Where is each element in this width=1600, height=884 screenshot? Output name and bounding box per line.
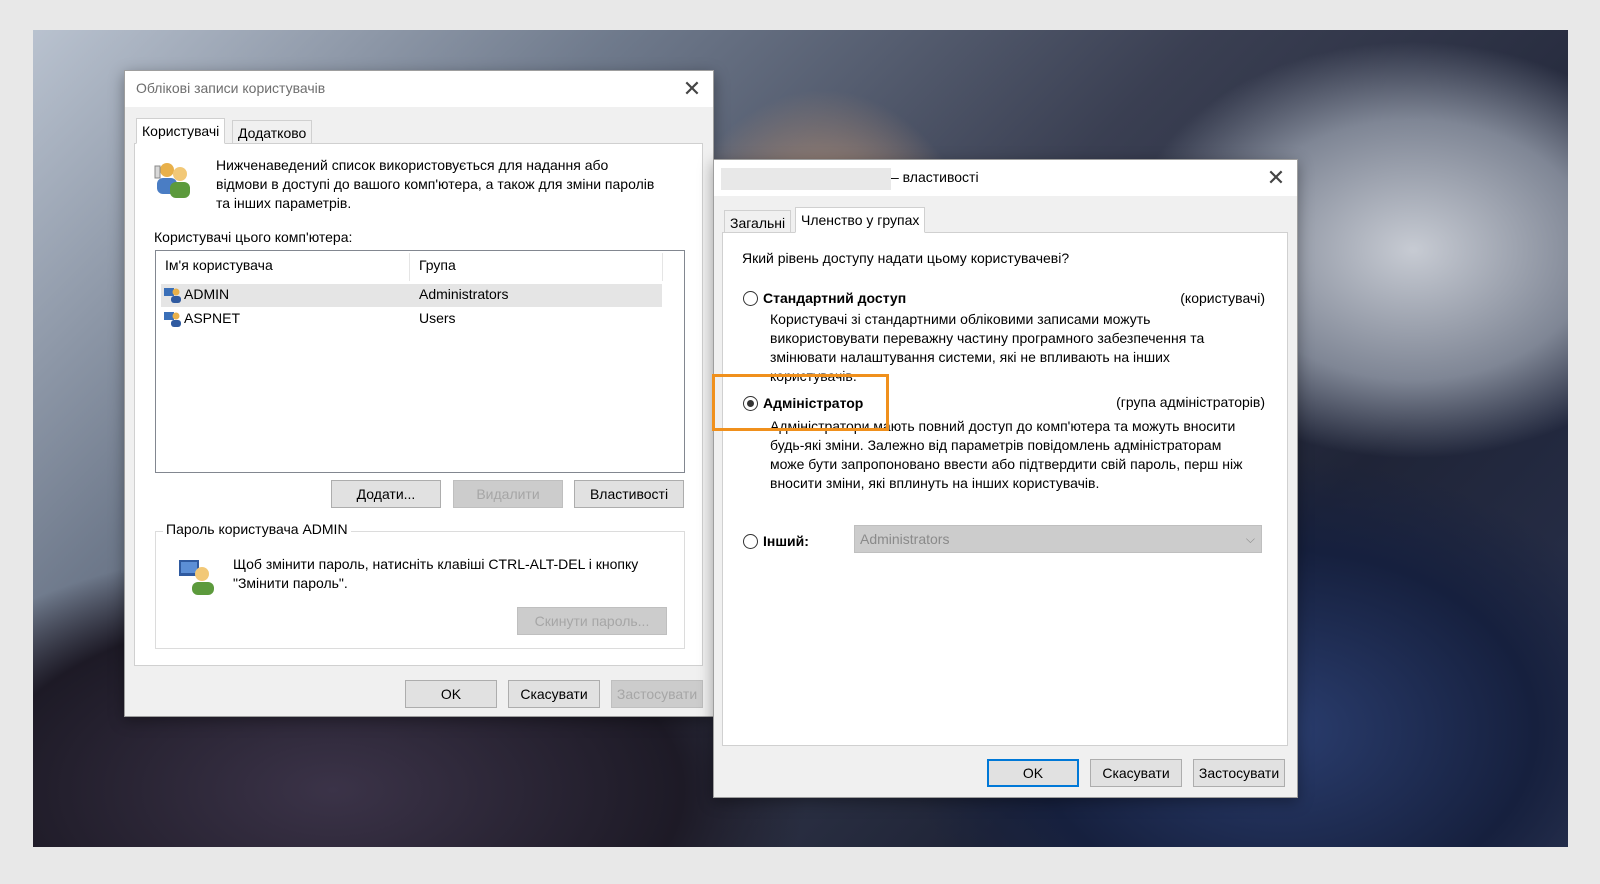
tab-general[interactable]: Загальні (724, 210, 792, 234)
column-header-group[interactable]: Група (419, 257, 456, 273)
dialog-title: Облікові записи користувачів (136, 80, 326, 96)
chevron-down-icon: ⌵ (1245, 532, 1255, 546)
cancel-button[interactable]: Скасувати (1090, 759, 1182, 787)
users-icon (154, 163, 190, 198)
column-divider (409, 253, 410, 281)
column-divider (662, 253, 663, 281)
close-icon[interactable]: ✕ (679, 76, 705, 102)
user-group: Users (419, 310, 456, 326)
column-header-name[interactable]: Ім'я користувача (165, 257, 273, 273)
tab-panel-users: Нижченаведений список використовується д… (134, 143, 703, 666)
password-group-label: Пароль користувача ADMIN (163, 521, 351, 537)
standard-access-label[interactable]: Стандартний доступ (763, 289, 906, 308)
close-icon[interactable]: ✕ (1263, 165, 1289, 191)
description-text: Нижченаведений список використовується д… (216, 157, 655, 211)
ok-button[interactable]: OK (987, 759, 1079, 787)
cancel-button[interactable]: Скасувати (508, 680, 600, 708)
administrator-description: Адміністратори мають повний доступ до ко… (770, 418, 1243, 491)
reset-password-button[interactable]: Скинути пароль... (517, 607, 667, 635)
administrator-label[interactable]: Адміністратор (763, 394, 863, 413)
standard-access-group: (користувачі) (1180, 290, 1265, 306)
dialog-title: – властивості (891, 169, 979, 185)
remove-user-button[interactable]: Видалити (453, 480, 563, 508)
user-icon (164, 312, 181, 327)
user-properties-dialog: – властивості ✕ Загальні Членство у груп… (713, 159, 1298, 798)
access-level-question: Який рівень доступу надати цьому користу… (742, 250, 1070, 266)
user-icon (164, 288, 181, 303)
tab-group-membership[interactable]: Членство у групах (795, 207, 926, 233)
user-name: ADMIN (184, 286, 230, 302)
table-row[interactable]: ASPNET Users (161, 308, 662, 331)
title-bar: – властивості ✕ (714, 160, 1297, 196)
redacted-username (721, 168, 891, 190)
title-bar: Облікові записи користувачів ✕ (125, 71, 713, 107)
user-name: ASPNET (184, 310, 241, 326)
tab-panel-membership: Який рівень доступу надати цьому користу… (722, 232, 1288, 746)
other-group-label[interactable]: Інший: (763, 532, 809, 551)
users-list-label: Користувачі цього комп'ютера: (154, 229, 353, 245)
tab-advanced[interactable]: Додатково (232, 120, 313, 144)
administrator-group: (група адміністраторів) (1116, 394, 1265, 410)
other-group-radio[interactable] (743, 534, 758, 549)
table-row[interactable]: ADMIN Administrators (161, 284, 662, 307)
password-groupbox: Пароль користувача ADMIN Щоб змінити пар… (155, 521, 685, 649)
administrator-radio[interactable] (743, 396, 758, 411)
user-group: Administrators (419, 286, 509, 302)
user-accounts-dialog: Облікові записи користувачів ✕ Користува… (124, 70, 714, 717)
other-group-selected: Administrators (860, 531, 950, 547)
tab-users[interactable]: Користувачі (136, 118, 226, 144)
standard-access-radio[interactable] (743, 291, 758, 306)
user-password-icon (179, 560, 214, 595)
users-list[interactable]: Ім'я користувача Група ADMIN Administrat… (155, 250, 685, 473)
add-user-button[interactable]: Додати... (331, 480, 441, 508)
apply-button[interactable]: Застосувати (1193, 759, 1285, 787)
ok-button[interactable]: OK (405, 680, 497, 708)
password-instructions: Щоб змінити пароль, натисніть клавіші CT… (233, 556, 639, 591)
properties-button[interactable]: Властивості (574, 480, 684, 508)
other-group-dropdown[interactable]: Administrators ⌵ (854, 525, 1262, 553)
standard-access-description: Користувачі зі стандартними обліковими з… (770, 311, 1205, 384)
apply-button[interactable]: Застосувати (611, 680, 703, 708)
